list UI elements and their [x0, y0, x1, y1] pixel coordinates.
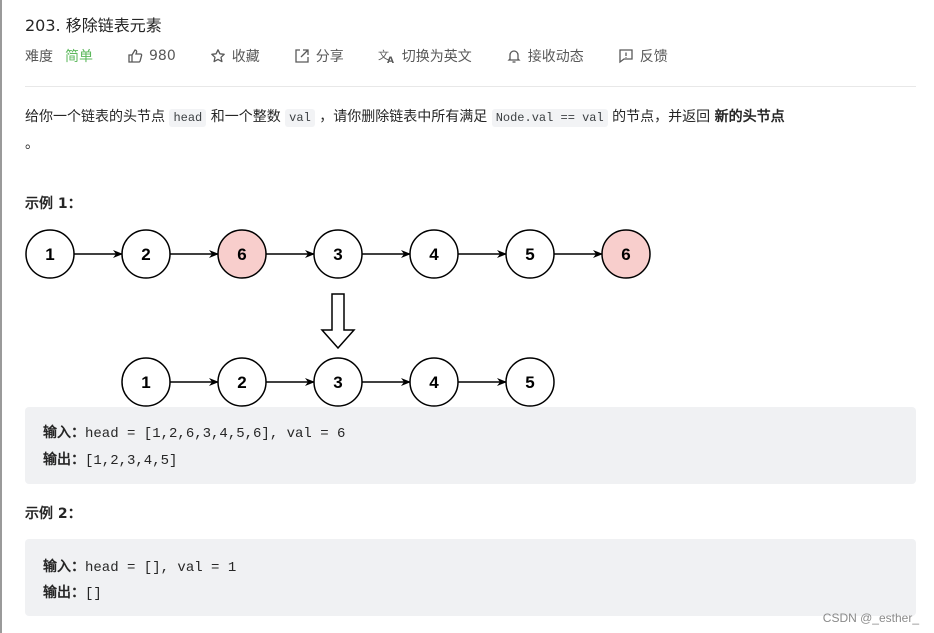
desc-bold: 新的头节点 [714, 109, 785, 125]
example-2-code: 输入：head = [], val = 1 输出：[] [25, 539, 916, 616]
list-node-value: 6 [621, 245, 630, 264]
list-node-value: 1 [141, 373, 150, 392]
feedback-button[interactable]: 反馈 [618, 46, 668, 66]
share-button[interactable]: 分享 [294, 46, 344, 66]
list-node-value: 2 [141, 245, 150, 264]
inline-code-val: val [285, 109, 315, 127]
list-node-value: 4 [429, 245, 439, 264]
subscribe-button[interactable]: 接收动态 [506, 46, 584, 66]
example-1-code: 输入：head = [1,2,6,3,4,5,6], val = 6 输出：[1… [25, 407, 916, 484]
example-1-title: 示例 1： [25, 196, 82, 212]
example-2-title: 示例 2： [25, 506, 82, 522]
example-1-input: head = [1,2,6,3,4,5,6], val = 6 [85, 426, 346, 442]
list-node-value: 2 [237, 373, 246, 392]
bell-icon [507, 50, 521, 63]
problem-meta-bar: 难度 简单 980 收藏 分享 文A 切换为英文 接收动态 反馈 [25, 46, 702, 66]
desc-text: 的节点，并返回 [607, 109, 715, 125]
difficulty-label: 难度 [25, 49, 53, 65]
list-after: 1 2 3 4 5 [121, 357, 555, 407]
translate-button[interactable]: 文A 切换为英文 [378, 46, 472, 66]
list-node-value: 6 [237, 245, 246, 264]
favorite-label: 收藏 [231, 49, 260, 65]
subscribe-label: 接收动态 [527, 49, 584, 65]
share-label: 分享 [315, 49, 344, 65]
example-2-output: [] [85, 586, 102, 602]
divider [25, 86, 916, 87]
output-label: 输出： [43, 585, 85, 601]
list-node-value: 4 [429, 373, 439, 392]
input-label: 输入： [43, 559, 85, 575]
inline-code-condition: Node.val == val [491, 109, 608, 127]
thumbs-up-icon [128, 49, 143, 63]
watermark: CSDN @_esther_ [822, 611, 919, 625]
list-node-value: 3 [333, 373, 342, 392]
list-node-value: 3 [333, 245, 342, 264]
example-2-input: head = [], val = 1 [85, 560, 237, 576]
desc-text: 。 [25, 136, 39, 152]
star-icon [210, 49, 225, 63]
problem-title: 203. 移除链表元素 [25, 16, 162, 35]
list-node-value: 5 [525, 373, 534, 392]
problem-description: 给你一个链表的头节点 head 和一个整数 val ，请你删除链表中所有满足 N… [25, 104, 916, 157]
like-button[interactable]: 980 [127, 48, 176, 64]
list-before: 1 2 6 3 4 5 6 [25, 229, 651, 279]
feedback-icon [619, 49, 633, 64]
translate-icon: 文A [378, 48, 394, 64]
input-label: 输入： [43, 425, 85, 441]
desc-text: 和一个整数 [206, 109, 286, 125]
down-arrow-icon [320, 293, 356, 350]
share-icon [295, 49, 309, 63]
example-1-output: [1,2,3,4,5] [85, 453, 178, 469]
favorite-button[interactable]: 收藏 [210, 46, 260, 66]
feedback-label: 反馈 [639, 49, 668, 65]
desc-text: ，请你删除链表中所有满足 [314, 109, 492, 125]
inline-code-head: head [169, 109, 207, 127]
list-node-value: 5 [525, 245, 534, 264]
svg-text:A: A [387, 56, 394, 64]
translate-label: 切换为英文 [401, 49, 472, 65]
output-label: 输出： [43, 452, 85, 468]
difficulty-badge: 简单 [65, 49, 93, 65]
linked-list-diagram: 1 2 6 3 4 5 6 1 2 3 4 5 [25, 229, 651, 407]
like-count: 980 [149, 48, 176, 64]
desc-text: 给你一个链表的头节点 [25, 109, 170, 125]
list-node-value: 1 [45, 245, 54, 264]
left-border [0, 0, 2, 633]
